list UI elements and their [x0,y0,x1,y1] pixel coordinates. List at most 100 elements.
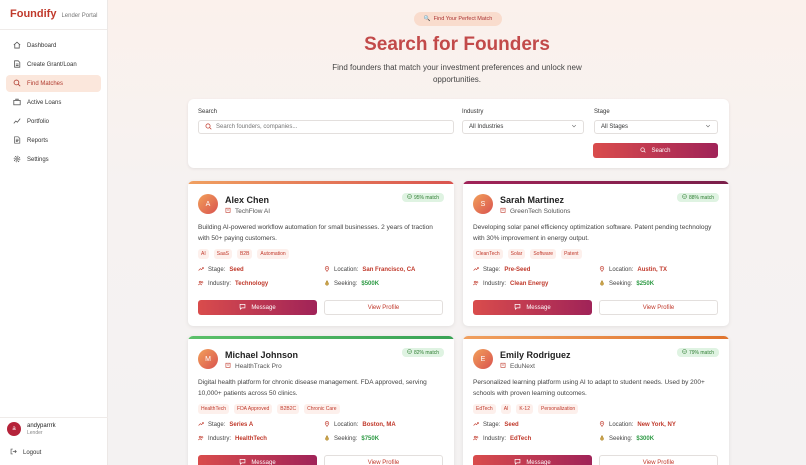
stage-label: Stage: [208,267,226,273]
industry-value: HealthTech [235,436,267,442]
search-panel: Search Search founders, companies... Ind… [188,99,729,168]
stage-value: All Stages [601,124,629,130]
tag: Automation [257,249,289,259]
building-icon [500,362,506,370]
money-bag-icon [324,280,330,288]
seeking-label: Seeking: [609,281,633,287]
industry-label: Industry: [483,281,507,287]
view-profile-button[interactable]: View Profile [599,455,718,465]
logout-button[interactable]: Logout [7,448,108,457]
location-pin-icon [599,421,605,429]
search-button[interactable]: Search [593,143,718,158]
founder-description: Developing solar panel efficiency optimi… [473,224,712,242]
message-button[interactable]: Message [473,300,592,315]
view-profile-label: View Profile [642,459,675,465]
search-icon [640,146,647,155]
founder-name[interactable]: Sarah Martinez [500,195,564,205]
building-icon [225,207,231,215]
chat-icon [239,458,246,465]
seeking-value: $750K [361,436,380,442]
match-badge: 82% match [401,348,444,357]
view-profile-button[interactable]: View Profile [599,300,718,315]
main-content: 🔍 Find Your Perfect Match Search for Fou… [108,0,806,465]
tag: Software [530,249,557,259]
tag: Chronic Care [304,404,340,414]
users-icon [198,435,204,443]
tag: AI [198,249,209,259]
user-role: Lender [27,429,43,436]
sidebar-item-portfolio[interactable]: Portfolio [6,113,101,130]
tag: EdTech [473,404,496,414]
seeking-value: $300K [636,436,655,442]
money-bag-icon [599,280,605,288]
stage-select[interactable]: All Stages [594,120,718,134]
user-panel: a andyparrrk Lender Logout [0,417,108,457]
tag: Patent [561,249,582,259]
founder-name[interactable]: Alex Chen [225,195,269,205]
match-badge: 79% match [676,348,719,357]
search-button-label: Search [651,147,671,154]
tag-list: EdTech AI K-12 Personalization [473,404,579,414]
brand-name[interactable]: Foundify [10,8,56,20]
sidebar-item-find-matches[interactable]: Find Matches [6,75,101,92]
message-label: Message [251,304,276,311]
sidebar-item-create-grant-loan[interactable]: Create Grant/Loan [6,56,101,73]
search-icon [205,123,212,132]
brand-subtitle: Lender Portal [61,13,98,19]
tag: Personalization [537,404,579,414]
avatar[interactable]: a [7,422,21,436]
tag-list: HealthTech FDA Approved B2B2C Chronic Care [198,404,340,414]
seeking-info: Seeking: $750K [324,435,379,443]
founder-description: Personalized learning platform using AI … [473,379,705,397]
seeking-info: Seeking: $500K [324,280,379,288]
sidebar-item-label: Reports [27,137,49,144]
sidebar-nav: Dashboard Create Grant/Loan Find Matches… [0,30,107,168]
briefcase-icon [13,98,21,108]
users-icon [473,435,479,443]
trend-icon [198,266,204,274]
chart-icon [13,117,21,127]
founder-card: S Sarah Martinez GreenTech Solutions 88% ma… [463,181,729,326]
hero-pill-label: Find Your Perfect Match [433,16,493,22]
sidebar-item-reports[interactable]: Reports [6,132,101,149]
logout-icon [10,448,17,457]
match-value: 95% match [413,194,439,201]
chat-icon [514,458,521,465]
stage-info: Stage: Pre-Seed [473,266,530,274]
tag-list: CleanTech Solar Software Patent [473,249,582,259]
founder-name[interactable]: Emily Rodriguez [500,350,571,360]
money-bag-icon [324,435,330,443]
search-label: Search [198,109,218,115]
message-button[interactable]: Message [473,455,592,465]
stage-label: Stage: [483,422,501,428]
sidebar-item-dashboard[interactable]: Dashboard [6,37,101,54]
view-profile-label: View Profile [367,459,400,465]
message-button[interactable]: Message [198,300,317,315]
tag: AI [500,404,512,414]
stage-label: Stage [594,109,610,115]
search-input[interactable]: Search founders, companies... [198,120,454,134]
message-label: Message [251,459,276,465]
users-icon [473,280,479,288]
chevron-down-icon [571,123,577,131]
trend-icon [473,421,479,429]
users-icon [198,280,204,288]
sidebar-item-active-loans[interactable]: Active Loans [6,94,101,111]
company-name: GreenTech Solutions [510,207,571,215]
view-profile-label: View Profile [367,304,400,311]
location-value: San Francisco, CA [362,267,416,273]
industry-select[interactable]: All Industries [462,120,584,134]
message-button[interactable]: Message [198,455,317,465]
company-name: EduNext [510,362,535,370]
view-profile-button[interactable]: View Profile [324,455,443,465]
founder-avatar: E [473,349,493,369]
message-label: Message [526,304,551,311]
view-profile-button[interactable]: View Profile [324,300,443,315]
location-value: New York, NY [637,422,676,428]
sidebar-item-settings[interactable]: Settings [6,151,101,168]
industry-value: Clean Energy [510,281,549,287]
founder-avatar: A [198,194,218,214]
founder-card: A Alex Chen TechFlow AI 95% match Building A… [188,181,454,326]
founder-name[interactable]: Michael Johnson [225,350,298,360]
tag-list: AI SaaS B2B Automation [198,249,289,259]
